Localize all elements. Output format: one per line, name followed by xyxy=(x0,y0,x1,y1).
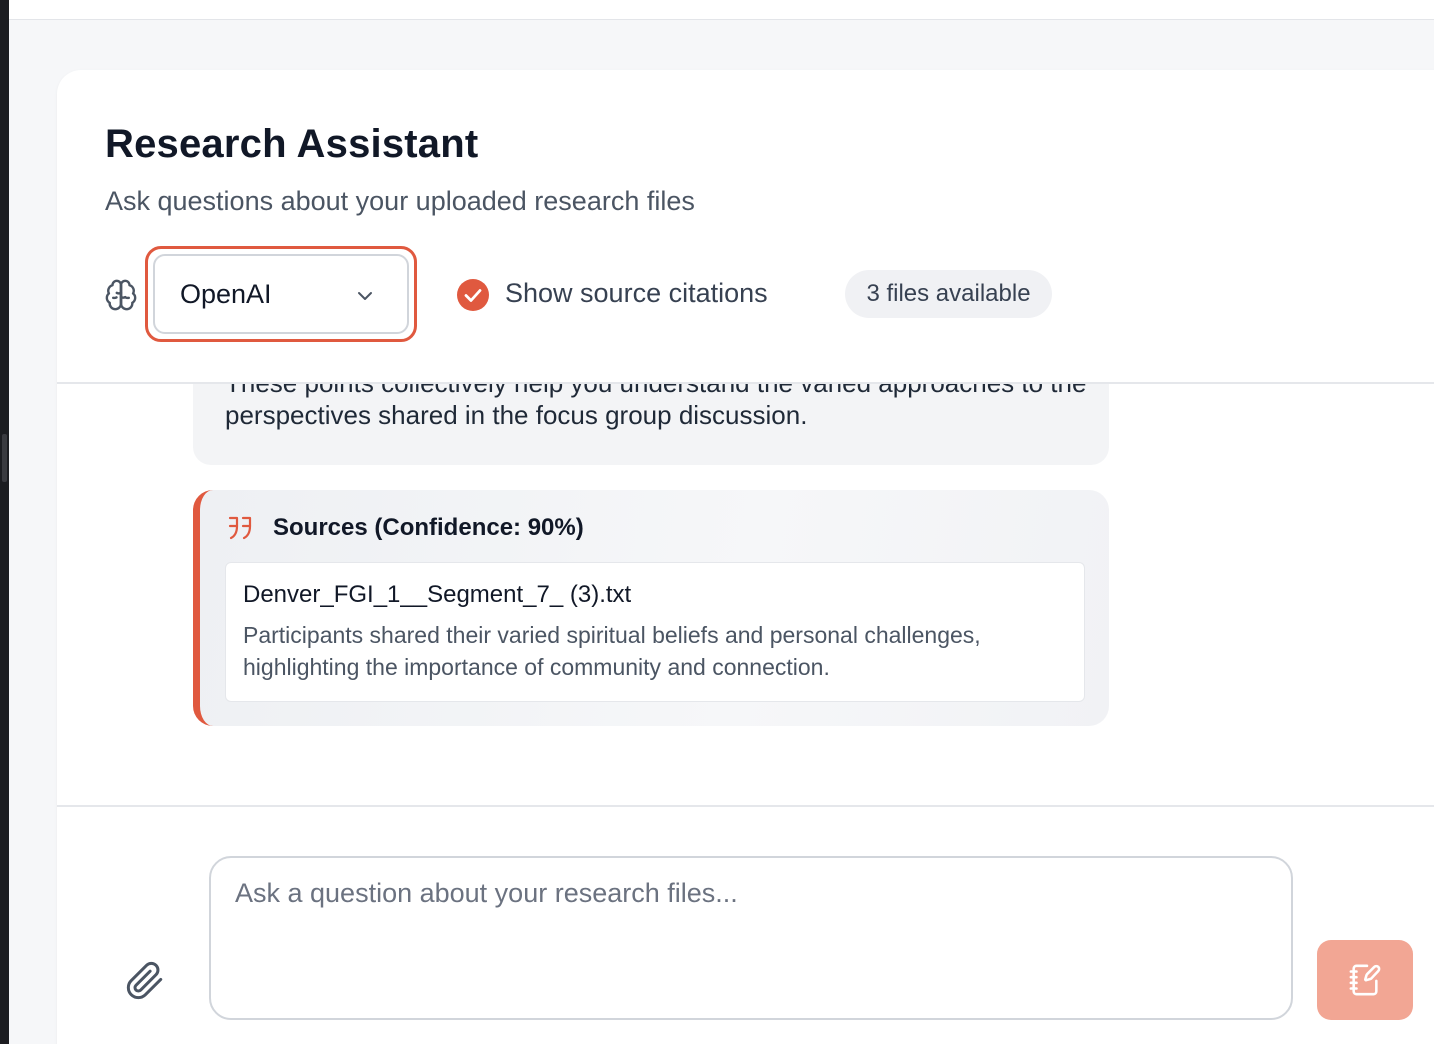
chevron-down-icon xyxy=(358,292,372,300)
files-available-badge: 3 files available xyxy=(845,270,1052,318)
send-button[interactable] xyxy=(1317,940,1413,1020)
sources-panel: Sources (Confidence: 90%) Denver_FGI_1__… xyxy=(193,490,1109,726)
citations-toggle-label[interactable]: Show source citations xyxy=(505,278,768,309)
page-subtitle: Ask questions about your uploaded resear… xyxy=(105,186,695,216)
sources-title: Sources (Confidence: 90%) xyxy=(273,514,584,541)
chat-scroll-area[interactable]: These points collectively help you under… xyxy=(57,384,1434,805)
question-input-box[interactable] xyxy=(209,856,1293,1020)
message-text: perspectives shared in the focus group d… xyxy=(225,400,808,430)
window-edge xyxy=(0,0,9,1044)
quote-icon xyxy=(228,516,252,540)
assistant-message: These points collectively help you under… xyxy=(193,384,1109,465)
model-select-value: OpenAI xyxy=(180,278,272,309)
paperclip-icon[interactable] xyxy=(125,961,165,1001)
source-filename: Denver_FGI_1__Segment_7_ (3).txt xyxy=(243,581,632,608)
top-bar xyxy=(9,0,1434,20)
brain-icon xyxy=(105,279,137,311)
model-select[interactable]: OpenAI xyxy=(153,254,409,334)
source-snippet: Participants shared their varied spiritu… xyxy=(243,622,981,680)
message-text-clipped: These points collectively help you under… xyxy=(225,384,1086,399)
source-card[interactable]: Denver_FGI_1__Segment_7_ (3).txt Partici… xyxy=(225,562,1085,702)
page-title: Research Assistant xyxy=(105,122,479,166)
notebook-pen-icon xyxy=(1349,964,1381,996)
check-circle-icon[interactable] xyxy=(456,278,490,312)
question-input[interactable] xyxy=(235,878,1265,998)
resize-handle[interactable] xyxy=(2,434,7,482)
